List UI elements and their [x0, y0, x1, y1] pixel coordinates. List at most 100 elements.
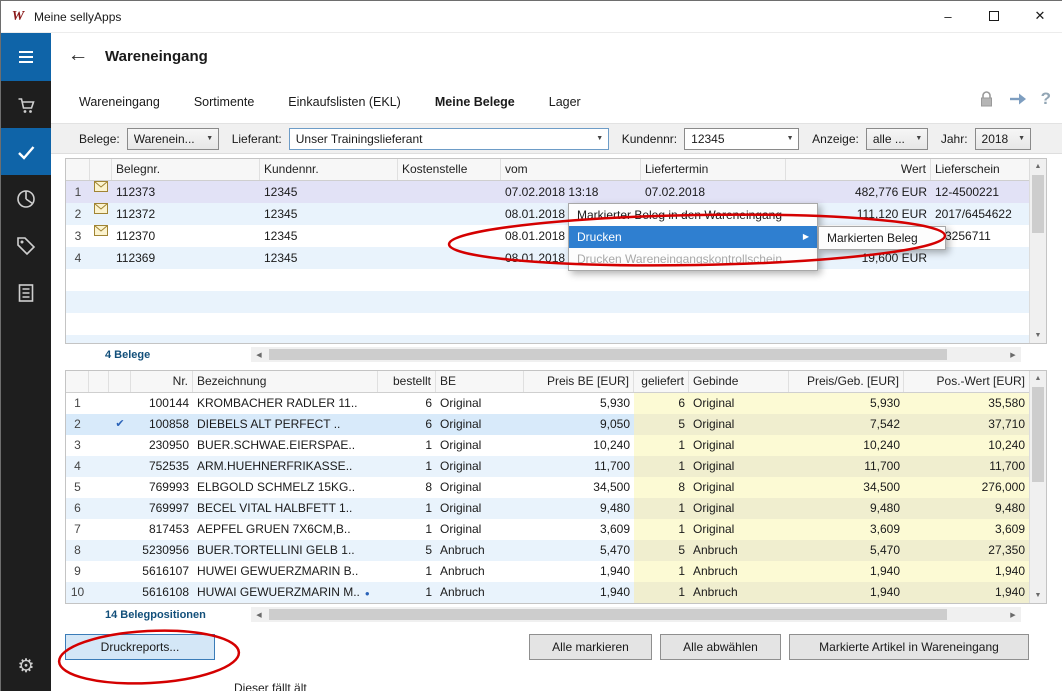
- scroll-down-icon[interactable]: ▼: [1030, 588, 1046, 603]
- belege-vertical-scrollbar[interactable]: ▲ ▼: [1029, 159, 1046, 343]
- menu-item-drucken-wareneingangskontrollschein[interactable]: Drucken Wareneingangskontrollschein: [569, 248, 817, 270]
- column-header[interactable]: Liefertermin: [641, 159, 786, 180]
- jahr-dropdown[interactable]: 2018 ▼: [975, 128, 1031, 150]
- context-menu: Markierter Beleg in den WareneingangDruc…: [568, 203, 818, 271]
- column-header[interactable]: Kostenstelle: [398, 159, 501, 180]
- positions-horizontal-scrollbar[interactable]: ◀ ▶: [251, 607, 1021, 622]
- sidebar-item-listen[interactable]: [1, 269, 51, 316]
- scroll-left-icon[interactable]: ◀: [251, 351, 267, 359]
- lieferant-dropdown[interactable]: Unser Trainingslieferant ▼: [289, 128, 609, 150]
- column-header[interactable]: Nr.: [131, 371, 193, 392]
- table-row[interactable]: 4752535ARM.HUEHNERFRIKASSE..1Original11,…: [66, 456, 1046, 477]
- column-header[interactable]: Kundennr.: [260, 159, 398, 180]
- tab-einkaufslisten-ekl[interactable]: Einkaufslisten (EKL): [288, 95, 401, 109]
- tab-sortimente[interactable]: Sortimente: [194, 95, 254, 109]
- belege-horizontal-scrollbar[interactable]: ◀ ▶: [251, 347, 1021, 362]
- table-row[interactable]: 5769993ELBGOLD SCHMELZ 15KG..8Original34…: [66, 477, 1046, 498]
- table-row[interactable]: 11123731234507.02.2018 13:1807.02.201848…: [66, 181, 1046, 203]
- jahr-dropdown-value: 2018: [982, 132, 1014, 146]
- scroll-left-icon[interactable]: ◀: [251, 611, 267, 619]
- column-header[interactable]: Belegnr.: [112, 159, 260, 180]
- column-header[interactable]: geliefert: [634, 371, 689, 392]
- column-header[interactable]: vom: [501, 159, 641, 180]
- scrollbar-thumb[interactable]: [269, 609, 947, 620]
- scroll-right-icon[interactable]: ▶: [1005, 351, 1021, 359]
- column-header[interactable]: BE: [436, 371, 524, 392]
- column-header[interactable]: [109, 371, 131, 392]
- scrollbar-thumb[interactable]: [1032, 387, 1044, 482]
- filter-label-anzeige: Anzeige:: [812, 132, 859, 146]
- column-header[interactable]: bestellt: [378, 371, 436, 392]
- close-button[interactable]: ✕: [1017, 1, 1062, 32]
- chevron-down-icon: ▼: [1014, 135, 1030, 142]
- scrollbar-thumb[interactable]: [269, 349, 947, 360]
- table-row[interactable]: 95616107HUWEI GEWUERZMARIN B..1Anbruch1,…: [66, 561, 1046, 582]
- scroll-right-icon[interactable]: ▶: [1005, 611, 1021, 619]
- column-header[interactable]: Pos.-Wert [EUR]: [904, 371, 1029, 392]
- table-row[interactable]: 1100144KROMBACHER RADLER 11..6Original5,…: [66, 393, 1046, 414]
- positions-vertical-scrollbar[interactable]: ▲ ▼: [1029, 371, 1046, 603]
- column-header[interactable]: Gebinde: [689, 371, 789, 392]
- maximize-button[interactable]: [971, 1, 1017, 32]
- submenu-arrow-icon: ▶: [803, 226, 809, 248]
- column-header[interactable]: [66, 159, 90, 180]
- tag-icon: [15, 235, 37, 257]
- menu-item-drucken[interactable]: Drucken ▶: [569, 226, 817, 248]
- column-header[interactable]: Lieferschein: [931, 159, 1029, 180]
- checked-icon: ✔: [109, 414, 131, 435]
- sidebar-item-statistik[interactable]: [1, 175, 51, 222]
- submenu-item-markierten-beleg[interactable]: Markierten Beleg: [819, 227, 945, 249]
- back-button[interactable]: ←: [65, 43, 91, 67]
- scroll-up-icon[interactable]: ▲: [1030, 371, 1046, 386]
- menu-item-label: Drucken: [577, 226, 622, 248]
- table-row[interactable]: 3230950BUER.SCHWAE.EIERSPAE..1Original10…: [66, 435, 1046, 456]
- context-submenu: Markierten Beleg: [818, 226, 946, 250]
- page-title: Wareneingang: [105, 48, 208, 65]
- menu-icon[interactable]: [1, 33, 51, 81]
- table-row[interactable]: 21123721234508.01.2018111,120 EUR2017/64…: [66, 203, 1046, 225]
- column-header[interactable]: Wert: [786, 159, 931, 180]
- anzeige-dropdown[interactable]: alle ... ▼: [866, 128, 928, 150]
- table-row[interactable]: 2✔100858DIEBELS ALT PERFECT ..6Original9…: [66, 414, 1046, 435]
- minimize-button[interactable]: –: [925, 1, 971, 32]
- tab-lager[interactable]: Lager: [549, 95, 581, 109]
- table-row[interactable]: 105616108HUWAI GEWUERZMARIN M..●1Anbruch…: [66, 582, 1046, 603]
- scrollbar-thumb[interactable]: [1032, 175, 1044, 233]
- scroll-up-icon[interactable]: ▲: [1030, 159, 1046, 174]
- tab-wareneingang[interactable]: Wareneingang: [79, 95, 160, 109]
- column-header[interactable]: [66, 371, 89, 392]
- belege-table-header: Belegnr.Kundennr.KostenstellevomLieferte…: [66, 159, 1046, 181]
- table-row[interactable]: 6769997BECEL VITAL HALBFETT 1..1Original…: [66, 498, 1046, 519]
- belege-dropdown[interactable]: Warenein... ▼: [127, 128, 219, 150]
- column-header[interactable]: [90, 159, 112, 180]
- menu-item-label: Drucken Wareneingangskontrollschein: [577, 248, 782, 270]
- kundennr-dropdown[interactable]: 12345 ▼: [684, 128, 799, 150]
- lock-icon[interactable]: [978, 90, 995, 108]
- scroll-down-icon[interactable]: ▼: [1030, 328, 1046, 343]
- gear-icon[interactable]: ⚙: [1, 646, 51, 686]
- help-icon[interactable]: ?: [1041, 89, 1051, 109]
- forward-arrow-icon[interactable]: [1008, 91, 1028, 107]
- menu-item-markierter-beleg-in-den-wareneingang[interactable]: Markierter Beleg in den Wareneingang: [569, 204, 817, 226]
- sidebar-item-belege[interactable]: [1, 128, 51, 175]
- to-wareneingang-button[interactable]: Markierte Artikel in Wareneingang: [789, 634, 1029, 660]
- table-row[interactable]: 7817453AEPFEL GRUEN 7X6CM,B..1Original3,…: [66, 519, 1046, 540]
- filter-label-jahr: Jahr:: [941, 132, 968, 146]
- druckreports-button[interactable]: Druckreports...: [65, 634, 215, 660]
- column-header[interactable]: [89, 371, 109, 392]
- sidebar-item-preise[interactable]: [1, 222, 51, 269]
- deselect-all-button[interactable]: Alle abwählen: [660, 634, 781, 660]
- column-header[interactable]: Preis/Geb. [EUR]: [789, 371, 904, 392]
- toolbar-icons: ?: [978, 89, 1051, 109]
- sidebar-item-cart[interactable]: [1, 81, 51, 128]
- select-all-button[interactable]: Alle markieren: [529, 634, 652, 660]
- anzeige-dropdown-value: alle ...: [873, 132, 911, 146]
- lieferant-dropdown-value: Unser Trainingslieferant: [296, 132, 592, 146]
- table-row[interactable]: 85230956BUER.TORTELLINI GELB 1..5Anbruch…: [66, 540, 1046, 561]
- column-header[interactable]: Preis BE [EUR]: [524, 371, 634, 392]
- kundennr-dropdown-value: 12345: [691, 132, 782, 146]
- clipped-tooltip-text: Dieser fällt ält: [234, 681, 307, 691]
- column-header[interactable]: Bezeichnung: [193, 371, 378, 392]
- table-row[interactable]: 41123691234508.01.201819,600 EUR: [66, 247, 1046, 269]
- tab-meine-belege[interactable]: Meine Belege: [435, 95, 515, 109]
